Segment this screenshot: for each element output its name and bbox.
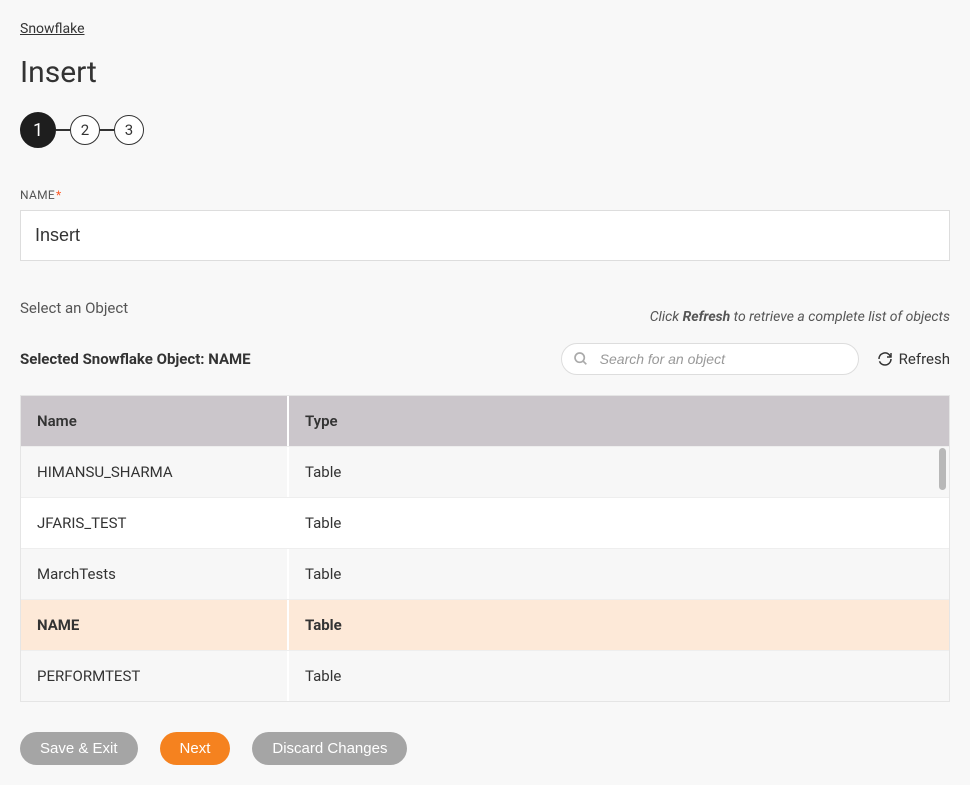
step-3[interactable]: 3 [114,115,144,145]
table-header: Name Type [21,396,949,446]
required-asterisk: * [56,188,61,202]
table-row[interactable]: NAMETable [21,599,949,650]
name-field-label: NAME* [20,188,950,202]
next-button[interactable]: Next [160,732,231,765]
table-cell-type: Table [289,498,949,548]
table-cell-name: PERFORMTEST [21,651,289,701]
table-cell-type: Table [289,549,949,599]
table-body: HIMANSU_SHARMATableJFARIS_TESTTableMarch… [21,446,949,701]
table-row[interactable]: JFARIS_TESTTable [21,497,949,548]
stepper: 1 2 3 [20,112,950,148]
refresh-hint: Click Refresh to retrieve a complete lis… [650,309,950,325]
table-row[interactable]: MarchTestsTable [21,548,949,599]
table-row[interactable]: PERFORMTESTTable [21,650,949,701]
table-header-type[interactable]: Type [289,396,949,446]
name-input[interactable] [20,210,950,261]
table-cell-name: NAME [21,600,289,650]
save-exit-button[interactable]: Save & Exit [20,732,138,765]
scrollbar-thumb[interactable] [939,448,946,490]
table-header-name[interactable]: Name [21,396,289,446]
selected-object-label: Selected Snowflake Object: NAME [20,350,251,368]
table-row[interactable]: HIMANSU_SHARMATable [21,446,949,497]
table-cell-type: Table [289,600,949,650]
refresh-button[interactable]: Refresh [877,350,950,368]
breadcrumb-link[interactable]: Snowflake [20,21,85,37]
step-connector [56,129,70,131]
table-cell-type: Table [289,651,949,701]
page-title: Insert [20,55,950,90]
table-cell-name: JFARIS_TEST [21,498,289,548]
step-connector [100,129,114,131]
search-icon [573,351,589,367]
search-input[interactable] [561,343,859,375]
object-table: Name Type HIMANSU_SHARMATableJFARIS_TEST… [20,395,950,702]
select-object-label: Select an Object [20,299,128,317]
table-cell-type: Table [289,447,949,497]
discard-button[interactable]: Discard Changes [252,732,407,765]
table-cell-name: HIMANSU_SHARMA [21,447,289,497]
step-1[interactable]: 1 [20,112,56,148]
table-cell-name: MarchTests [21,549,289,599]
step-2[interactable]: 2 [70,115,100,145]
refresh-icon [877,351,893,367]
scrollbar-track[interactable] [938,446,946,701]
refresh-label: Refresh [899,350,950,368]
